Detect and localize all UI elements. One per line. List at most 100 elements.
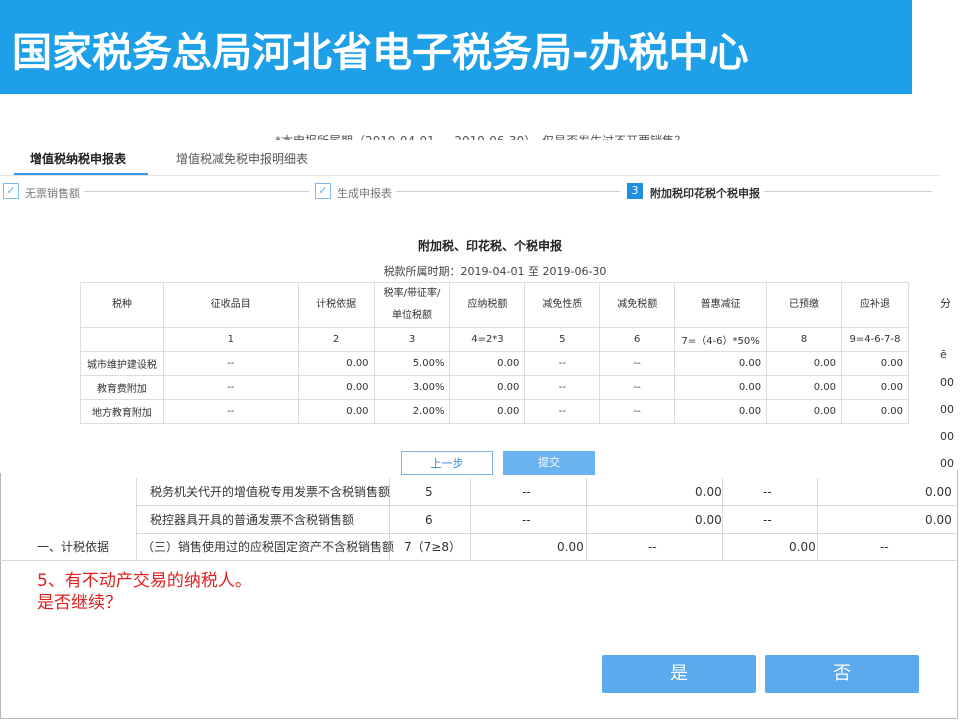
column-header: 税率/带征率/单位税额 — [373, 282, 451, 328]
table-cell: 5.00% — [373, 351, 451, 376]
column-number: 4=2*3 — [449, 327, 526, 352]
column-header: 应纳税额 — [449, 282, 526, 328]
form-title: 附加税、印花税、个税申报 — [417, 239, 562, 253]
bg-row-desc: （三）销售使用过的应税固定资产不含税销售额 — [142, 540, 395, 554]
bg-row-cell: -- — [648, 540, 657, 554]
column-number: 1 — [162, 327, 299, 352]
column-header: 普惠减征 — [674, 282, 768, 328]
table-cell: -- — [524, 399, 601, 424]
column-header: 减免税额 — [599, 282, 676, 328]
edge-fragment: 00 — [940, 403, 954, 416]
table-cell: -- — [162, 375, 299, 400]
edge-fragment: ē — [940, 348, 947, 361]
table-cell: -- — [162, 351, 299, 376]
table-cell: 0.00 — [449, 399, 526, 424]
column-number — [80, 327, 164, 352]
bg-row-num: 6 — [425, 513, 433, 527]
submit-button[interactable]: 提交 — [503, 451, 595, 475]
step-2-label: 生成申报表 — [337, 187, 392, 200]
previous-step-button[interactable]: 上一步 — [401, 451, 493, 475]
divider — [0, 560, 956, 561]
tax-type: 城市维护建设税 — [80, 351, 164, 376]
step-2-check-icon: ✓ — [315, 183, 331, 199]
table-cell: 0.00 — [766, 351, 842, 376]
edge-fragment: 00 — [940, 457, 954, 470]
table-cell: 0.00 — [297, 351, 375, 376]
bg-row-cell: -- — [522, 485, 531, 499]
table-cell: 0.00 — [840, 399, 910, 424]
tab-divider — [0, 175, 940, 176]
table-cell: -- — [599, 399, 676, 424]
edge-fragment: 00 — [940, 430, 954, 443]
table-cell: 0.00 — [449, 375, 526, 400]
table-cell: 0.00 — [674, 399, 768, 424]
divider — [136, 478, 137, 560]
table-cell: -- — [524, 375, 601, 400]
clipped-question: *本申报所属期（2019-04-01 — 2019-06-30），仅是否发生过不… — [275, 134, 686, 140]
bg-row-cell: 0.00 — [557, 540, 584, 554]
surcharge-table: 税种 征收品目 计税依据 税率/带征率/单位税额 应纳税额 减免性质 减免税额 … — [80, 282, 910, 424]
table-cell: 0.00 — [840, 351, 910, 376]
column-number: 9=4-6-7-8 — [840, 327, 910, 352]
divider — [470, 478, 471, 560]
column-number: 2 — [297, 327, 375, 352]
table-cell: 0.00 — [297, 375, 375, 400]
no-button[interactable]: 否 — [765, 655, 919, 693]
column-number: 3 — [373, 327, 451, 352]
column-header: 减免性质 — [524, 282, 601, 328]
column-header: 应补退 — [840, 282, 910, 328]
bg-row-cell: 0.00 — [695, 485, 722, 499]
table-cell: 3.00% — [373, 375, 451, 400]
bg-row-cell: -- — [522, 513, 531, 527]
bg-row-desc: 税控器具开具的普通发票不含税销售额 — [150, 513, 355, 527]
step-connector — [396, 191, 620, 192]
column-number: 8 — [766, 327, 842, 352]
bg-row-num: 7（7≥8） — [404, 540, 461, 554]
bg-row-num: 5 — [425, 485, 433, 499]
banner-title: 国家税务总局河北省电子税务局-办税中心 — [12, 30, 749, 76]
tax-type: 教育费附加 — [80, 375, 164, 400]
prompt-line-2: 是否继续？ — [37, 593, 122, 613]
bg-row-cell: 0.00 — [695, 513, 722, 527]
step-1-label: 无票销售额 — [25, 187, 80, 200]
edge-fragment: 分 — [940, 297, 951, 310]
bg-row-cell: 0.00 — [925, 485, 952, 499]
yes-button[interactable]: 是 — [602, 655, 756, 693]
table-cell: -- — [599, 375, 676, 400]
divider — [722, 478, 723, 560]
edge-fragment: 00 — [940, 376, 954, 389]
divider — [817, 478, 818, 560]
step-3-number: 3 — [627, 183, 643, 199]
header-banner: 国家税务总局河北省电子税务局-办税中心 — [0, 0, 912, 94]
form-period: 税款所属时期：2019-04-01 至 2019-06-30 — [383, 265, 607, 278]
divider — [136, 505, 956, 506]
tab-vat-return[interactable]: 增值税纳税申报表 — [30, 150, 126, 167]
table-cell: 2.00% — [373, 399, 451, 424]
table-cell: -- — [162, 399, 299, 424]
divider — [586, 478, 587, 560]
bg-row-cell: 0.00 — [789, 540, 816, 554]
table-row: 教育费附加 -- 0.00 3.00% 0.00 -- -- 0.00 0.00… — [80, 375, 910, 400]
table-cell: 0.00 — [674, 375, 768, 400]
table-row: 地方教育附加 -- 0.00 2.00% 0.00 -- -- 0.00 0.0… — [80, 399, 910, 424]
tax-type: 地方教育附加 — [80, 399, 164, 424]
column-number: 7=（4-6）*50% — [674, 327, 768, 352]
section-label: 一、计税依据 — [37, 540, 110, 554]
table-header-row: 税种 征收品目 计税依据 税率/带征率/单位税额 应纳税额 减免性质 减免税额 … — [80, 282, 910, 328]
table-cell: 0.00 — [674, 351, 768, 376]
column-header: 税种 — [80, 282, 164, 328]
table-cell: 0.00 — [766, 399, 842, 424]
column-header: 计税依据 — [297, 282, 375, 328]
table-cell: 0.00 — [840, 375, 910, 400]
bg-row-cell: -- — [763, 513, 772, 527]
step-connector — [764, 191, 932, 192]
step-connector — [84, 191, 309, 192]
bg-row-cell: -- — [880, 540, 889, 554]
step-3-label: 附加税印花税个税申报 — [650, 187, 760, 200]
table-row: 城市维护建设税 -- 0.00 5.00% 0.00 -- -- 0.00 0.… — [80, 351, 910, 376]
column-header: 已预缴 — [766, 282, 842, 328]
tab-vat-exemption-detail[interactable]: 增值税减免税申报明细表 — [176, 150, 308, 167]
bg-row-desc: 税务机关代开的增值税专用发票不含税销售额 — [150, 485, 391, 499]
column-number: 5 — [524, 327, 601, 352]
bg-row-cell: 0.00 — [925, 513, 952, 527]
